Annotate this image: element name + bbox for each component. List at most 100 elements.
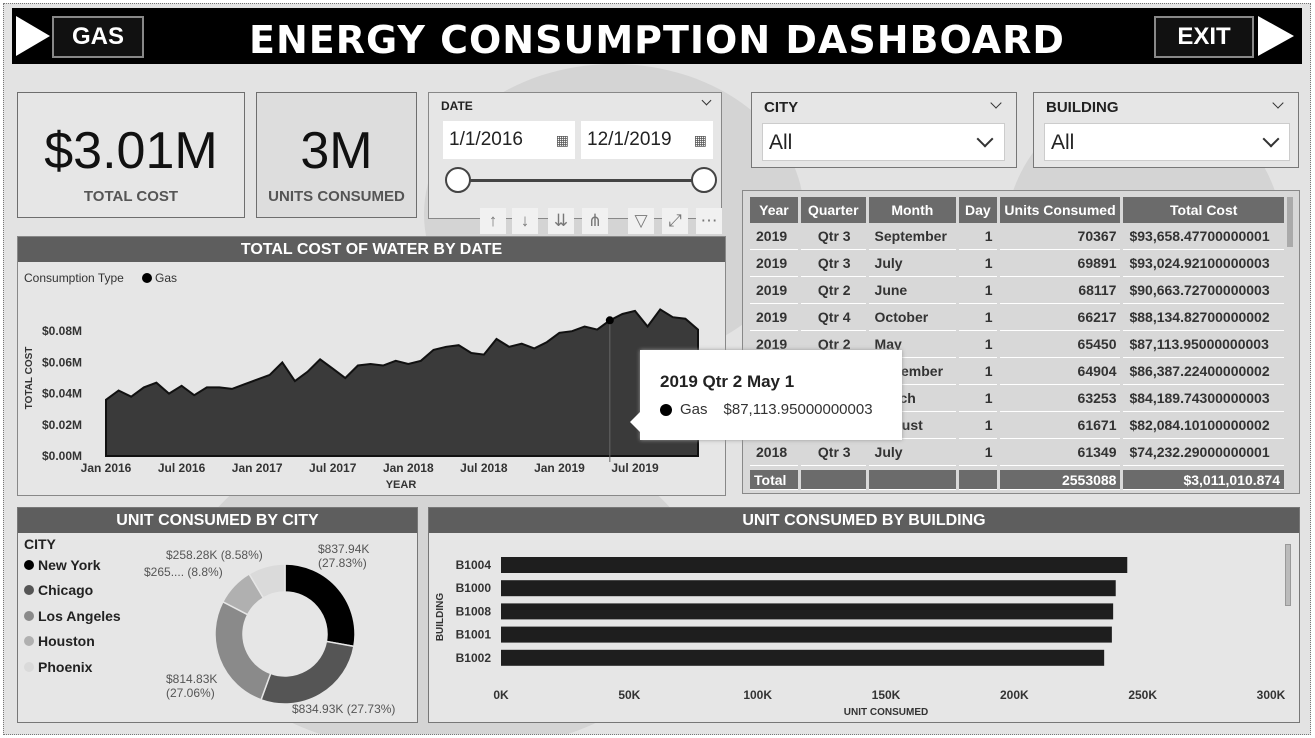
kpi-units-card: 3M UNITS CONSUMED <box>256 92 417 218</box>
table-total-cell <box>868 470 957 490</box>
city-slicer: CITY All <box>751 92 1017 168</box>
table-cell: 66217 <box>999 304 1121 331</box>
start-date-input[interactable]: 1/1/2016 ▦ <box>443 121 575 159</box>
table-cell: 65450 <box>999 331 1121 358</box>
bar-category-label: B1002 <box>456 651 492 665</box>
chevron-down-icon[interactable] <box>1262 130 1280 148</box>
donut-slice[interactable] <box>214 600 272 701</box>
kpi-total-cost-card: $3.01M TOTAL COST <box>17 92 245 218</box>
calendar-icon[interactable]: ▦ <box>694 121 707 159</box>
city-dropdown[interactable]: All <box>762 123 1005 161</box>
area-chart[interactable]: Consumption Type Gas $0.00M $0.02M $0.04M $0.… <box>18 262 727 497</box>
table-row[interactable]: 2019 Qtr 3 September 1 70367 $93,658.47700000… <box>750 223 1284 250</box>
exit-button[interactable]: EXIT <box>1154 16 1254 58</box>
chevron-down-icon[interactable] <box>976 130 994 148</box>
legend-item[interactable]: Chicago <box>24 578 121 604</box>
legend-item[interactable]: Phoenix <box>24 654 121 680</box>
bar[interactable] <box>501 580 1116 597</box>
date-range-start-handle[interactable] <box>445 167 471 193</box>
table-cell: Qtr 2 <box>800 277 866 304</box>
filter-icon[interactable]: ▽ <box>628 208 654 234</box>
donut-chart-title: UNIT CONSUMED BY CITY <box>18 508 417 533</box>
x-tick-label: Jan 2017 <box>232 461 283 475</box>
x-tick-label: Jul 2016 <box>158 461 206 475</box>
legend-marker-icon <box>24 636 34 647</box>
table-cell: $87,113.95000000003 <box>1123 331 1284 358</box>
area-series-gas[interactable] <box>105 308 699 457</box>
bar[interactable] <box>501 557 1128 573</box>
column-header[interactable]: Year <box>750 197 798 223</box>
double-arrow-down-icon[interactable]: ⇊ <box>548 208 574 234</box>
table-cell: July <box>868 439 957 466</box>
fork-icon[interactable]: ⋔ <box>582 208 608 234</box>
table-scrollbar[interactable] <box>1287 197 1293 247</box>
table-cell: 2019 <box>750 277 798 304</box>
kpi-units-label: UNITS CONSUMED <box>268 188 405 205</box>
bar-chart[interactable]: B1004 B1000 B1008 B1001 B1002 0K 50K 100K 150K 20… <box>429 533 1299 723</box>
chart-legend-title: Consumption Type <box>24 271 124 285</box>
column-header[interactable]: Units Consumed <box>999 197 1121 223</box>
chevron-down-icon[interactable] <box>1272 97 1284 109</box>
table-cell: Qtr 4 <box>800 304 866 331</box>
bar-category-label: B1008 <box>456 604 492 618</box>
table-cell: July <box>868 250 957 277</box>
more-options-icon[interactable]: ⋯ <box>696 208 722 234</box>
legend-item[interactable]: New York <box>24 552 121 578</box>
table-cell: 1 <box>959 358 997 385</box>
end-date-input[interactable]: 12/1/2019 ▦ <box>581 121 713 159</box>
table-cell: 70367 <box>999 223 1121 250</box>
bar-chart-scrollbar[interactable] <box>1285 544 1291 606</box>
arrow-down-icon[interactable]: ↓ <box>512 208 538 234</box>
table-total-row: Total 2553088 $3,011,010.874 <box>747 470 1287 490</box>
column-header[interactable]: Total Cost <box>1123 197 1284 223</box>
focus-mode-icon[interactable]: ⤢ <box>662 208 688 234</box>
bar[interactable] <box>501 603 1114 620</box>
x-tick-label: 200K <box>1000 688 1029 702</box>
donut-slice[interactable] <box>284 563 356 648</box>
tooltip-title: 2019 Qtr 2 May 1 <box>660 372 795 391</box>
arrow-up-icon[interactable]: ↑ <box>480 208 506 234</box>
y-axis-label: BUILDING <box>435 593 446 642</box>
tooltip-row: Gas $87,113.95000000003 <box>660 401 873 418</box>
table-row[interactable]: 2019 Qtr 2 June 1 68117 $90,663.72700000003 <box>750 277 1284 304</box>
table-row[interactable]: 2019 Qtr 4 October 1 66217 $88,134.8270000000… <box>750 304 1284 331</box>
x-tick-label: 50K <box>618 688 640 702</box>
table-total-cell: 2553088 <box>999 470 1121 490</box>
chevron-down-icon[interactable] <box>990 97 1002 109</box>
date-range-end-handle[interactable] <box>691 167 717 193</box>
x-tick-label: Jul 2017 <box>309 461 357 475</box>
bar[interactable] <box>501 626 1112 643</box>
data-label: $834.93K (27.73%) <box>292 702 395 716</box>
table-row[interactable]: 2018 Qtr 3 July 1 61349 $74,232.29000000001 <box>750 439 1284 466</box>
table-cell: Qtr 3 <box>800 223 866 250</box>
y-tick-label: $0.00M <box>42 449 82 463</box>
table-cell: 1 <box>959 277 997 304</box>
donut-chart[interactable]: $837.94K (27.83%) $834.93K (27.73%) $814.83… <box>118 533 418 723</box>
bar-chart-card: UNIT CONSUMED BY BUILDING B1004 B1000 B100… <box>428 507 1300 723</box>
header-bar: GAS ENERGY CONSUMPTION DASHBOARD EXIT <box>12 8 1302 64</box>
date-range-track <box>457 179 705 182</box>
calendar-icon[interactable]: ▦ <box>556 121 569 159</box>
chevron-down-icon[interactable] <box>701 95 712 106</box>
donut-legend-title: CITY <box>24 536 56 552</box>
table-row[interactable]: 2019 Qtr 3 July 1 69891 $93,024.92100000003 <box>750 250 1284 277</box>
building-dropdown[interactable]: All <box>1044 123 1290 161</box>
city-dropdown-value: All <box>769 131 793 154</box>
legend-item[interactable]: Los Angeles <box>24 603 121 629</box>
table-cell: $93,658.47700000001 <box>1123 223 1284 250</box>
arrow-right-icon[interactable] <box>1258 16 1294 56</box>
table-cell: 63253 <box>999 385 1121 412</box>
column-header[interactable]: Quarter <box>800 197 866 223</box>
legend-item[interactable]: Houston <box>24 629 121 655</box>
table-cell: October <box>868 304 957 331</box>
column-header[interactable]: Month <box>868 197 957 223</box>
donut-slice[interactable] <box>260 640 355 705</box>
x-tick-label: 250K <box>1128 688 1157 702</box>
highlight-point[interactable] <box>605 316 614 325</box>
bar-chart-title: UNIT CONSUMED BY BUILDING <box>429 508 1299 533</box>
y-tick-label: $0.08M <box>42 324 82 338</box>
column-header[interactable]: Day <box>959 197 997 223</box>
table-cell: 1 <box>959 304 997 331</box>
bar[interactable] <box>501 649 1105 666</box>
table-cell: $82,084.10100000002 <box>1123 412 1284 439</box>
